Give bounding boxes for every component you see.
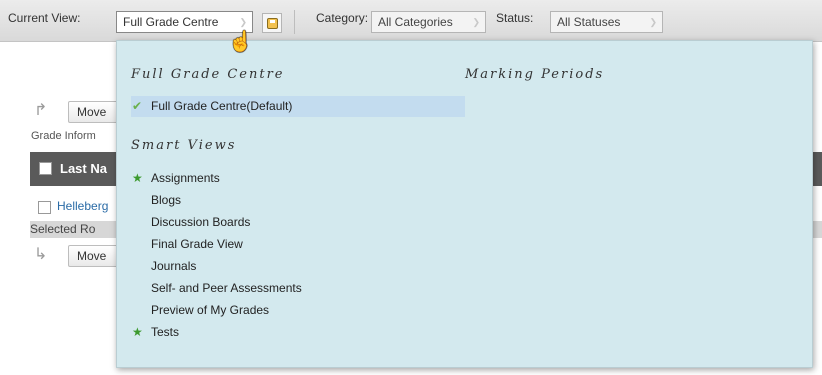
menu-item-label: Self- and Peer Assessments [151, 281, 302, 295]
menu-item-blogs[interactable]: Blogs [131, 190, 465, 211]
menu-item-label: Journals [151, 259, 197, 273]
menu-item-assignments[interactable]: ★ Assignments [131, 168, 465, 189]
menu-item-label: Tests [151, 325, 180, 339]
menu-item-discussion-boards[interactable]: Discussion Boards [131, 212, 465, 233]
save-icon [267, 18, 278, 29]
hand-pointer-cursor-icon: ☝ [228, 31, 253, 53]
selected-rows-label: Selected Ro [30, 222, 96, 236]
last-name-column-header[interactable]: Last Na [60, 161, 107, 176]
view-selector-menu: Full Grade Centre Marking Periods ✔ Full… [116, 40, 813, 368]
menu-item-full-grade-centre-default[interactable]: ✔ Full Grade Centre(Default) [131, 96, 465, 117]
student-name-link[interactable]: Helleberg [57, 199, 108, 213]
move-button-label: Move [77, 249, 107, 263]
status-label: Status: [496, 11, 534, 25]
toolbar-divider [294, 10, 295, 34]
grade-centre-toolbar: Current View: Full Grade Centre ❯ Catego… [0, 0, 822, 42]
menu-item-label: Preview of My Grades [151, 303, 270, 317]
current-view-label: Current View: [8, 11, 81, 25]
menu-item-tests[interactable]: ★ Tests [131, 322, 465, 343]
menu-item-label: Discussion Boards [151, 215, 251, 229]
chevron-down-icon: ❯ [649, 17, 657, 27]
status-dropdown[interactable]: All Statuses ❯ [550, 11, 663, 33]
move-arrow-icon: ↳ [34, 246, 48, 263]
grade-information-bar[interactable]: Grade Inform [31, 130, 96, 142]
category-label: Category: [316, 11, 369, 25]
menu-item-label: Final Grade View [151, 237, 243, 251]
menu-item-label: Blogs [151, 193, 182, 207]
move-button-label: Move [77, 105, 107, 119]
section-heading-marking-periods: Marking Periods [465, 67, 605, 82]
category-dropdown[interactable]: All Categories ❯ [371, 11, 486, 33]
status-value: All Statuses [557, 15, 621, 29]
current-view-value: Full Grade Centre [123, 15, 219, 29]
star-icon: ★ [132, 325, 143, 339]
star-icon: ★ [132, 171, 143, 185]
menu-item-self-and-peer-assessments[interactable]: Self- and Peer Assessments [131, 278, 465, 299]
checkmark-icon: ✔ [132, 99, 143, 113]
row-checkbox[interactable] [38, 201, 51, 214]
select-all-checkbox[interactable] [39, 162, 52, 175]
section-heading-smart-views: Smart Views [131, 138, 237, 153]
menu-item-final-grade-view[interactable]: Final Grade View [131, 234, 465, 255]
menu-item-label: Assignments [151, 171, 220, 185]
category-value: All Categories [378, 15, 453, 29]
save-view-button[interactable] [262, 13, 282, 33]
menu-item-preview-of-my-grades[interactable]: Preview of My Grades [131, 300, 465, 321]
menu-item-label: Full Grade Centre(Default) [151, 99, 293, 113]
chevron-down-icon: ❯ [472, 17, 480, 27]
move-arrow-icon: ↱ [34, 102, 48, 119]
section-heading-full-grade-centre: Full Grade Centre [131, 67, 285, 82]
menu-item-journals[interactable]: Journals [131, 256, 465, 277]
